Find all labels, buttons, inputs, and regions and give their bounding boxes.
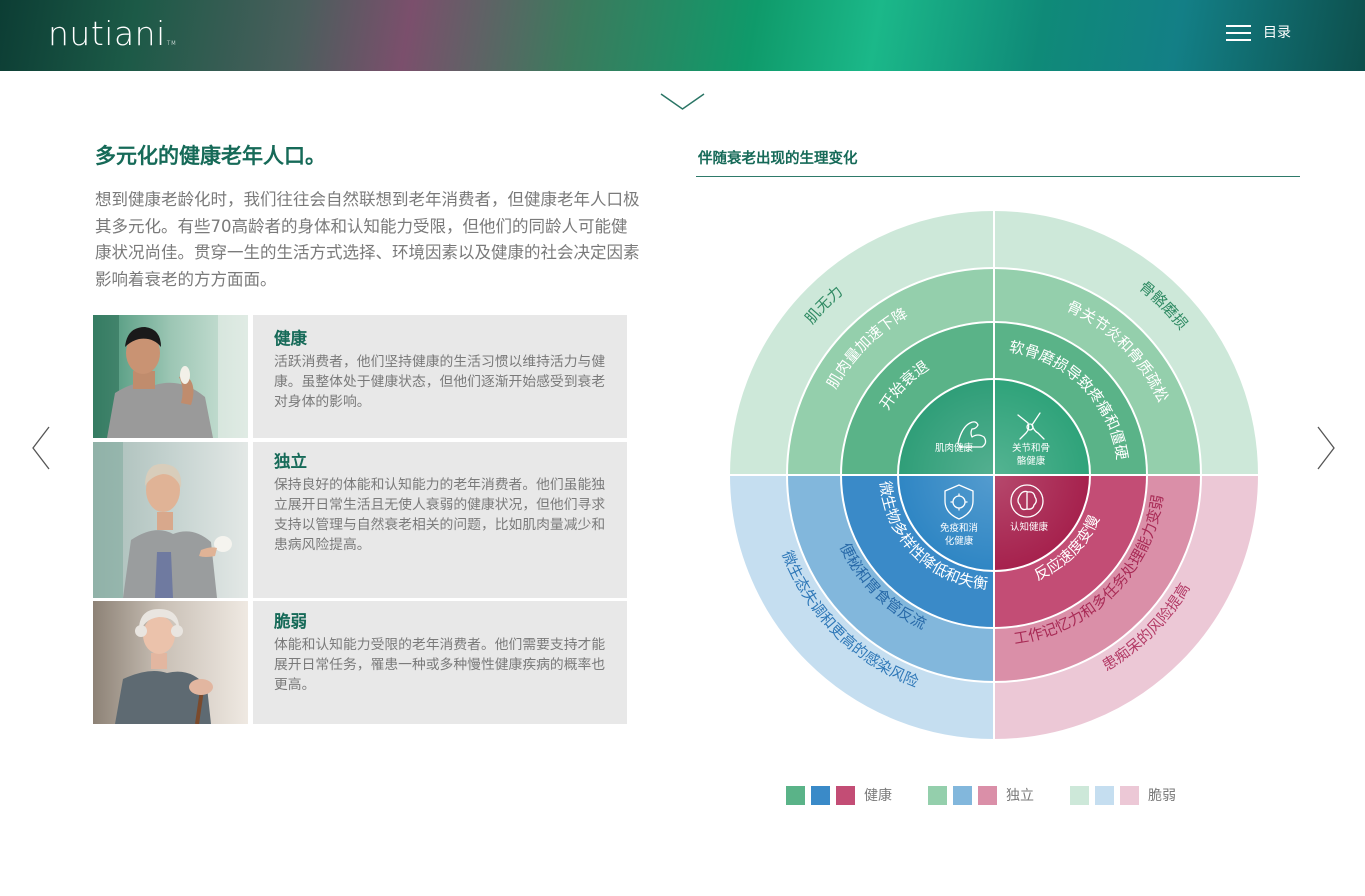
legend-swatch-frail-blue	[1095, 785, 1114, 805]
menu-label: 目录	[1263, 25, 1291, 41]
legend-swatch-healthy-pink	[836, 785, 855, 805]
chevron-left-icon[interactable]	[30, 425, 52, 471]
legend-label-independent: 独立	[1006, 788, 1034, 804]
legend-label-healthy: 健康	[864, 788, 892, 804]
wheel-center-label-joint: 骼健康	[1017, 455, 1046, 467]
legend-swatch-healthy-green	[786, 785, 805, 805]
persona-card-frail: 脆弱 体能和认知能力受限的老年消费者。他们需要支持才能展开日常任务，罹患一种或多…	[93, 601, 627, 724]
intro-paragraph: 想到健康老龄化时，我们往往会自然联想到老年消费者，但健康老年人口极其多元化。有些…	[95, 190, 640, 289]
woman-photo	[93, 442, 248, 598]
persona-title: 独立	[274, 452, 307, 471]
chevron-right-icon[interactable]	[1315, 425, 1337, 471]
nutiani-logo[interactable]: nutianiTM	[48, 14, 177, 53]
section-title: 多元化的健康老年人口。	[95, 144, 326, 168]
legend-label-frail: 脆弱	[1148, 788, 1176, 804]
persona-title: 健康	[274, 329, 307, 348]
persona-card-text: 独立 保持良好的体能和认知能力的老年消费者。他们虽能独立展开日常生活且无使人衰弱…	[253, 442, 627, 598]
persona-description: 体能和认知能力受限的老年消费者。他们需要支持才能展开日常任务，罹患一种或多种慢性…	[274, 637, 606, 693]
legend-swatch-independent-green	[928, 785, 947, 805]
persona-card-independent: 独立 保持良好的体能和认知能力的老年消费者。他们虽能独立展开日常生活且无使人衰弱…	[93, 442, 627, 598]
wheel-center-label-joint: 关节和骨	[1012, 442, 1050, 454]
persona-description: 活跃消费者，他们坚持健康的生活习惯以维持活力与健康。虽整体处于健康状态，但他们逐…	[274, 354, 606, 410]
legend-swatch-independent-pink	[978, 785, 997, 805]
persona-card-healthy: 健康 活跃消费者，他们坚持健康的生活习惯以维持活力与健康。虽整体处于健康状态，但…	[93, 315, 627, 438]
persona-description: 保持良好的体能和认知能力的老年消费者。他们虽能独立展开日常生活且无使人衰弱的健康…	[274, 477, 606, 553]
menu-button[interactable]: 目录	[1226, 22, 1291, 42]
wheel-center-label-muscle: 肌肉健康	[935, 442, 974, 454]
legend-swatch-frail-pink	[1120, 785, 1139, 805]
wheel-center-label-cognitive: 认知健康	[1010, 521, 1049, 533]
top-header: nutianiTM 目录	[0, 0, 1365, 71]
persona-card-text: 健康 活跃消费者，他们坚持健康的生活习惯以维持活力与健康。虽整体处于健康状态，但…	[253, 315, 627, 438]
persona-title: 脆弱	[274, 612, 307, 631]
hamburger-icon	[1226, 22, 1251, 42]
chart-title-divider	[696, 176, 1300, 177]
aging-changes-wheel: 肌无力 骨骼磨损微生态失调和更高的感染风险患痴呆的风险提高肌肉量加速下降 骨关节炎和…	[728, 209, 1260, 741]
chart-legend: 健康 独立 脆弱	[786, 785, 1212, 805]
logo-text: nutiani	[48, 14, 166, 53]
chevron-down-icon[interactable]	[660, 90, 705, 114]
elderly-woman-photo	[93, 601, 248, 724]
wheel-center-label-immune: 化健康	[945, 535, 974, 547]
man-photo	[93, 315, 248, 438]
chart-title: 伴随衰老出现的生理变化	[698, 151, 858, 167]
legend-swatch-frail-green	[1070, 785, 1089, 805]
legend-swatch-independent-blue	[953, 785, 972, 805]
wheel-center-label-immune: 免疫和消	[940, 522, 978, 534]
logo-trademark: TM	[166, 40, 177, 47]
persona-card-text: 脆弱 体能和认知能力受限的老年消费者。他们需要支持才能展开日常任务，罹患一种或多…	[253, 601, 627, 724]
legend-swatch-healthy-blue	[811, 785, 830, 805]
